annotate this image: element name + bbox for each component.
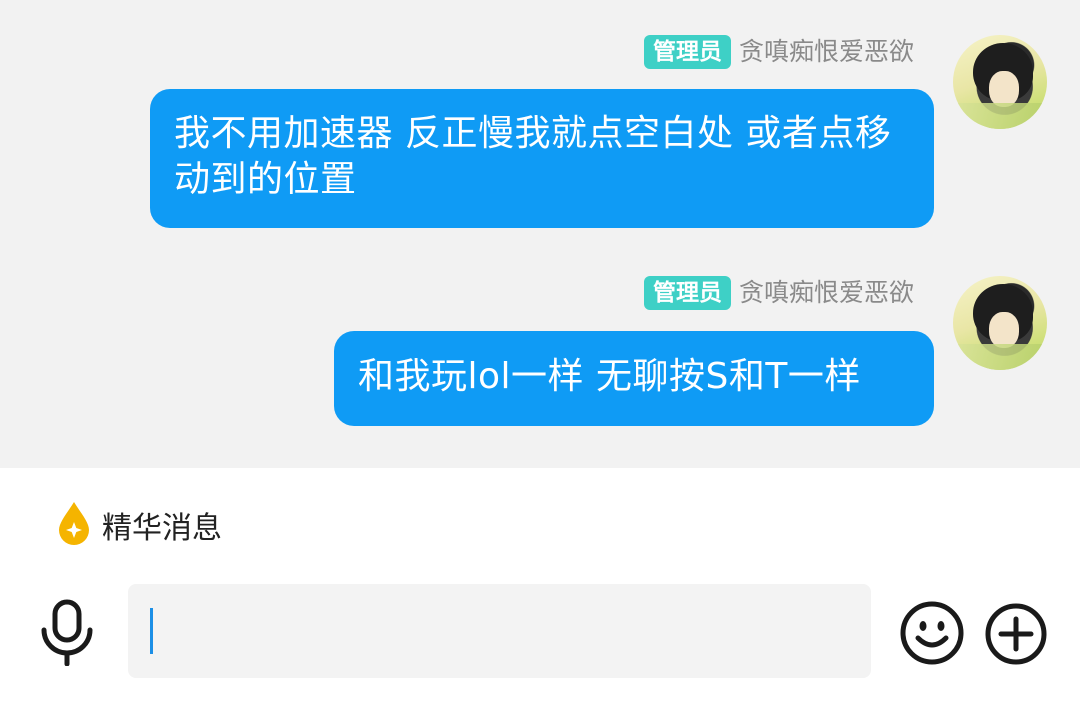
message-header: 管理员 贪嗔痴恨爱恶欲 (643, 276, 914, 310)
essence-messages-button[interactable]: 精华消息 (56, 500, 222, 550)
message-header: 管理员 贪嗔痴恨爱恶欲 (643, 35, 914, 69)
admin-badge: 管理员 (643, 35, 731, 69)
text-caret (150, 608, 153, 654)
message-bubble[interactable]: 我不用加速器 反正慢我就点空白处 或者点移动到的位置 (150, 89, 934, 228)
admin-badge: 管理员 (643, 276, 731, 310)
droplet-star-icon (56, 500, 92, 550)
smiley-icon[interactable] (899, 600, 965, 666)
chat-message-list: 管理员 贪嗔痴恨爱恶欲 我不用加速器 反正慢我就点空白处 或者点移动到的位置 管… (0, 0, 1080, 468)
microphone-icon[interactable] (36, 598, 98, 667)
plus-circle-icon[interactable] (984, 602, 1048, 666)
message-input[interactable] (128, 584, 871, 678)
avatar[interactable] (953, 35, 1047, 129)
sender-name[interactable]: 贪嗔痴恨爱恶欲 (739, 35, 914, 69)
sender-name[interactable]: 贪嗔痴恨爱恶欲 (739, 276, 914, 310)
avatar[interactable] (953, 276, 1047, 370)
message-bubble[interactable]: 和我玩lol一样 无聊按S和T一样 (334, 331, 934, 426)
essence-label: 精华消息 (102, 511, 222, 546)
